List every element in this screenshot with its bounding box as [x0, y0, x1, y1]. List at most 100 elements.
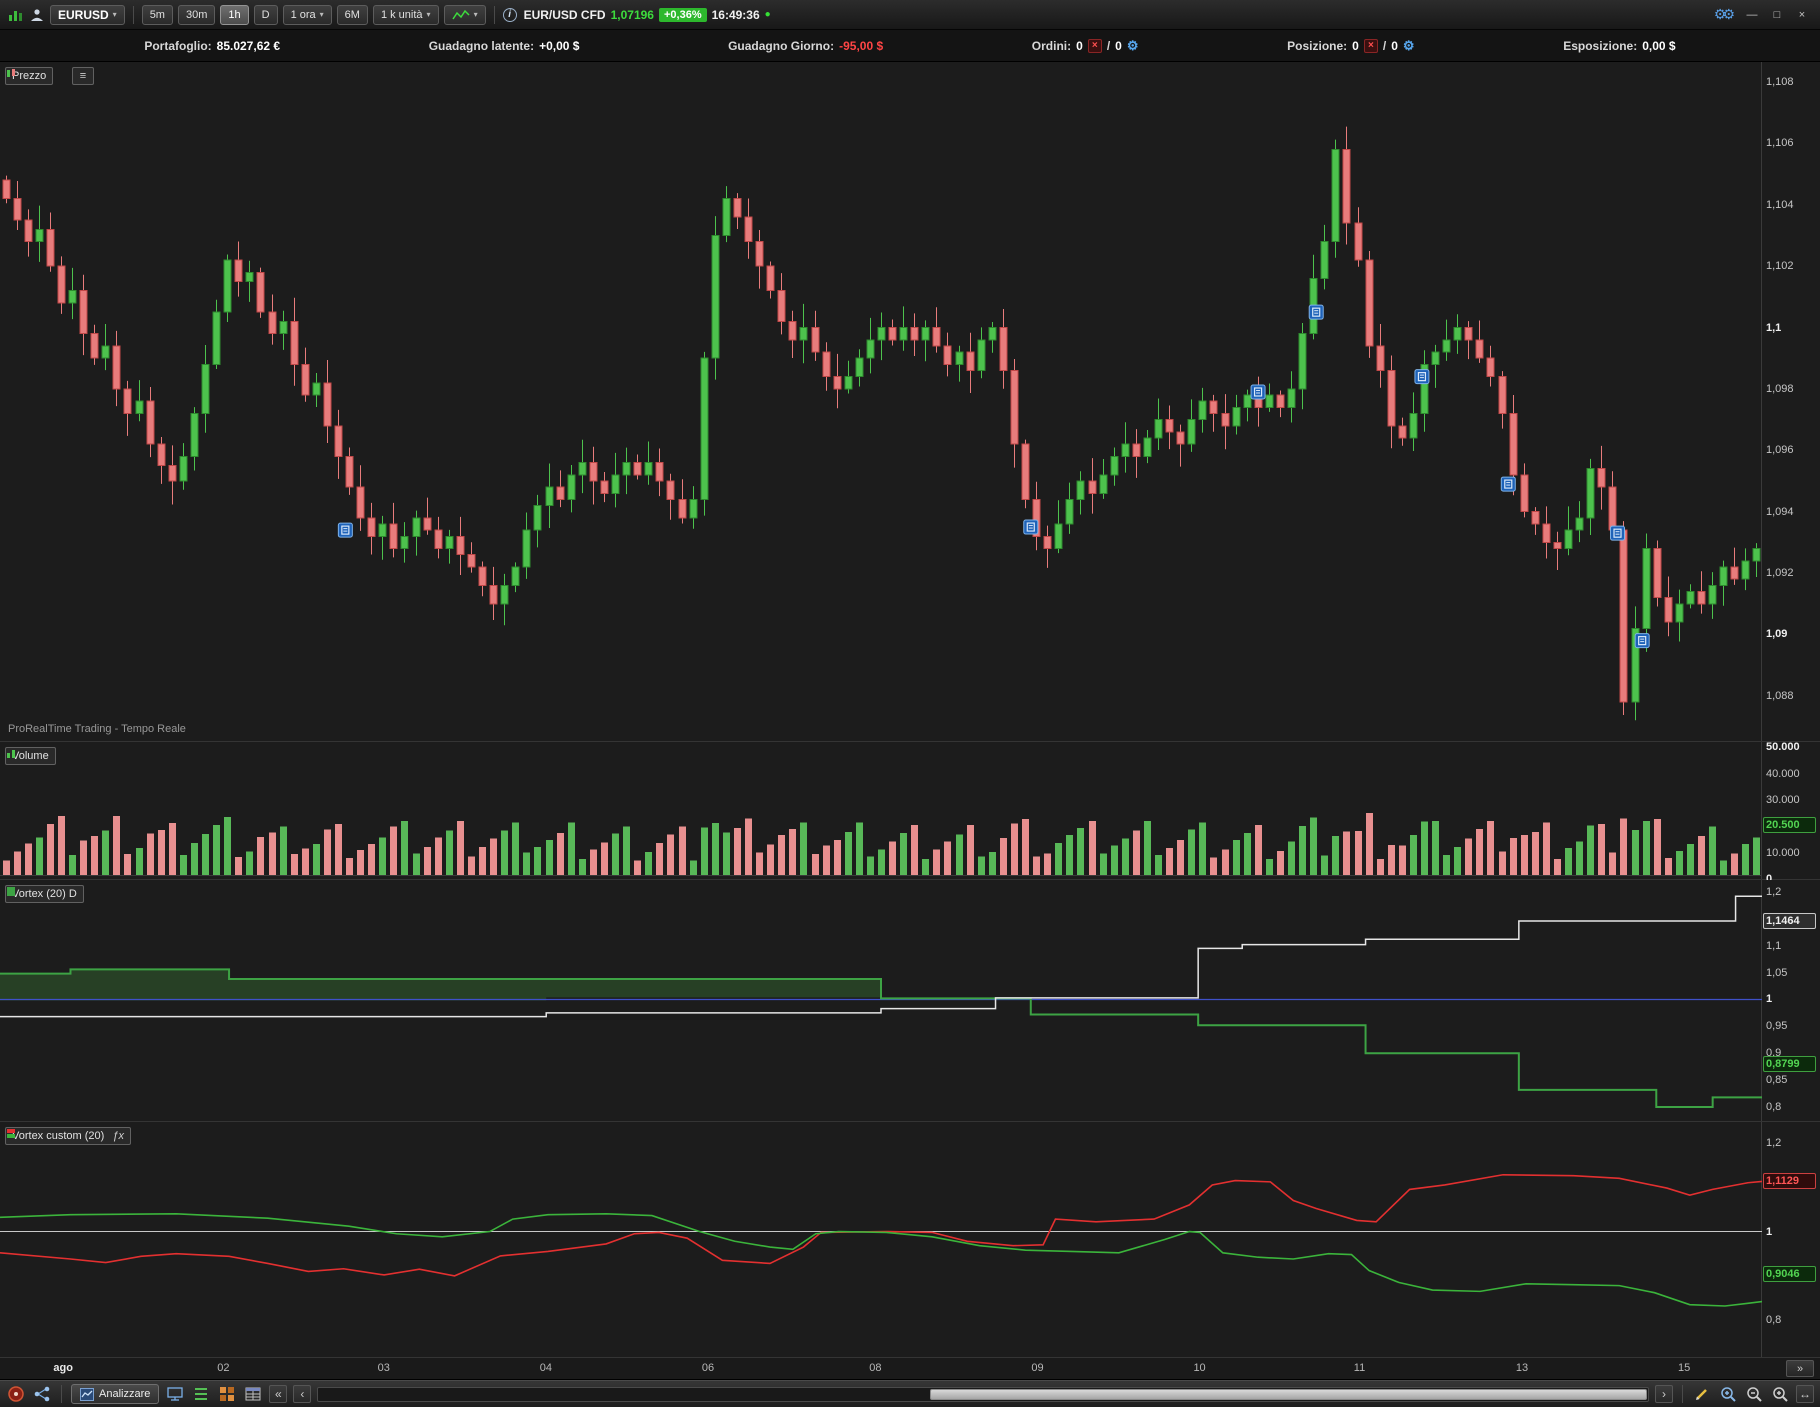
info-icon[interactable]: i [502, 7, 517, 22]
chart-horizontal-scrollbar[interactable] [317, 1386, 1649, 1402]
symbol-label: EURUSD [58, 7, 109, 22]
platform-icon[interactable] [6, 1384, 26, 1404]
workspace-grid-icon[interactable] [217, 1384, 237, 1404]
vortex-custom-chart[interactable] [0, 1122, 1762, 1357]
y-axis-label: 40.000 [1766, 767, 1800, 780]
fx-edit-button[interactable]: ƒx [112, 1130, 124, 1142]
pan-mode-button[interactable]: ↔ [1796, 1385, 1814, 1403]
x-axis-label: 04 [539, 1362, 552, 1374]
y-axis-label: 1,098 [1766, 382, 1794, 395]
mini-chart-icon[interactable] [8, 8, 24, 22]
scroll-next-button[interactable]: › [1655, 1385, 1673, 1403]
analyze-label: Analizzare [99, 1388, 151, 1400]
x-axis-label: ago [53, 1362, 73, 1374]
volume-chart-plot[interactable]: Volume [0, 742, 1762, 879]
indicator-band [0, 969, 881, 1001]
user-icon[interactable] [29, 8, 45, 22]
y-axis-label: 1,09 [1766, 628, 1788, 641]
units-select[interactable]: 1 k unità ▾ [372, 4, 439, 25]
order-marker-icon[interactable] [1610, 525, 1626, 541]
settings-gears-icon[interactable]: ⚙⚙ [1714, 6, 1735, 23]
grid-glyph [220, 1387, 235, 1401]
vortex-chart-plot[interactable]: Vortex (20) D [0, 880, 1762, 1121]
price-chart-plot[interactable]: Prezzo ≡ ProRealTime Trading - Tempo Rea… [0, 62, 1762, 741]
range-6m-button[interactable]: 6M [336, 4, 368, 25]
vortex-custom-panel-label: Vortex custom (20) [12, 1130, 105, 1142]
volume-panel-chip[interactable]: Volume [5, 747, 56, 765]
quotes-table-icon[interactable] [243, 1384, 263, 1404]
maximize-button[interactable]: □ [1767, 7, 1787, 23]
platform-glyph [8, 1386, 24, 1402]
axis-value-tag: 0,8799 [1763, 1056, 1816, 1073]
symbol-select[interactable]: EURUSD ▾ [50, 4, 125, 25]
order-marker-icon[interactable] [337, 522, 353, 538]
price-panel-chip[interactable]: Prezzo [5, 67, 54, 85]
y-axis-label: 0,8 [1766, 1101, 1782, 1114]
timeframe-button-30m[interactable]: 30m [177, 4, 216, 25]
zoom-selection-icon[interactable] [1718, 1384, 1738, 1404]
workspace-monitor-icon[interactable] [165, 1384, 185, 1404]
zoom-out-icon[interactable] [1744, 1384, 1764, 1404]
timeframe-label: 1h [228, 8, 241, 21]
y-axis-label: 1,106 [1766, 137, 1794, 150]
y-axis-label: 1,096 [1766, 444, 1794, 457]
zoom-out-glyph [1747, 1387, 1762, 1402]
y-axis-label: 1,05 [1766, 966, 1788, 979]
chevron-down-icon: ▾ [473, 10, 478, 19]
price-panel-menu-button[interactable]: ≡ [72, 67, 94, 85]
period-select[interactable]: 1 ora ▾ [282, 4, 332, 25]
order-marker-icon[interactable] [1308, 304, 1324, 320]
change-badge: +0,36% [658, 7, 707, 22]
position-close-icon[interactable]: × [1363, 38, 1378, 53]
timeframe-button-1h[interactable]: 1h [220, 4, 249, 25]
quote-time: 16:49:36 [711, 7, 760, 22]
position-settings-icon[interactable]: ⚙ [1403, 38, 1415, 54]
last-price: 1,07196 [610, 7, 654, 22]
bottom-toolbar: Analizzare « ‹ › ↔ [0, 1380, 1820, 1407]
orders-list-icon[interactable] [191, 1384, 211, 1404]
scroll-to-end-button[interactable]: » [1786, 1360, 1814, 1377]
timeframe-button-5m[interactable]: 5m [141, 4, 173, 25]
candlestick-chart[interactable] [0, 62, 1762, 741]
zoom-in-icon[interactable] [1770, 1384, 1790, 1404]
y-axis-label: 1,2 [1766, 885, 1782, 898]
close-button[interactable]: × [1792, 7, 1812, 23]
order-marker-icon[interactable] [1414, 369, 1430, 385]
vortex-custom-chart-plot[interactable]: Vortex custom (20) ƒx [0, 1122, 1762, 1357]
analyze-button[interactable]: Analizzare [71, 1384, 160, 1404]
live-status-dot: ● [764, 9, 771, 20]
scrollbar-thumb[interactable] [929, 1388, 1647, 1400]
platform-watermark: ProRealTime Trading - Tempo Reale [8, 723, 186, 735]
vortex-y-axis[interactable]: 1,2 1,1 1,05 1 0,95 0,9 0,85 0,8 1,1464 0,8799 [1762, 880, 1819, 1121]
vortex-custom-y-axis[interactable]: 1,2 1 0,8 1,1129 0,9046 [1762, 1122, 1819, 1357]
order-marker-icon[interactable] [1634, 633, 1650, 649]
scroll-prev-button[interactable]: ‹ [293, 1385, 312, 1403]
order-marker-icon[interactable] [1500, 476, 1516, 492]
volume-y-axis[interactable]: 50.000 40.000 30.000 10.000 0 20.500 [1762, 741, 1819, 885]
chart-style-select[interactable]: ▾ [443, 4, 486, 25]
vortex-panel-chip[interactable]: Vortex (20) D [5, 885, 84, 903]
x-axis-label: 10 [1193, 1362, 1206, 1374]
orders-settings-icon[interactable]: ⚙ [1127, 38, 1139, 54]
timeframe-label: D [261, 8, 270, 21]
vortex-custom-panel-chip[interactable]: Vortex custom (20) ƒx [5, 1127, 131, 1145]
timeframe-button-d[interactable]: D [253, 4, 278, 25]
axis-value-tag: 0,9046 [1763, 1265, 1816, 1282]
volume-chart[interactable] [0, 742, 1762, 879]
order-marker-icon[interactable] [1023, 519, 1039, 535]
price-y-axis[interactable]: 1,108 1,106 1,104 1,102 1,1 1,098 1,096 1,094 1,… [1762, 62, 1819, 741]
share-icon[interactable] [32, 1384, 52, 1404]
zoom-selection-glyph [1721, 1387, 1736, 1402]
day-gain-value: -95,00 $ [839, 38, 884, 53]
y-axis-label: 1,088 [1766, 689, 1794, 702]
order-marker-icon[interactable] [1250, 384, 1266, 400]
line-chart-icon [451, 9, 470, 19]
vortex-custom-minus-line [0, 1212, 1762, 1307]
vortex-chart[interactable] [0, 880, 1762, 1121]
x-axis-label: 13 [1515, 1362, 1529, 1374]
orders-cancel-icon[interactable]: × [1087, 38, 1102, 53]
minimize-button[interactable]: — [1742, 7, 1762, 23]
y-axis-label: 50.000 [1766, 741, 1800, 754]
draw-pencil-icon[interactable] [1692, 1384, 1712, 1404]
x-axis-bar[interactable]: » ago 02 03 04 06 08 09 10 11 13 15 [0, 1358, 1820, 1380]
